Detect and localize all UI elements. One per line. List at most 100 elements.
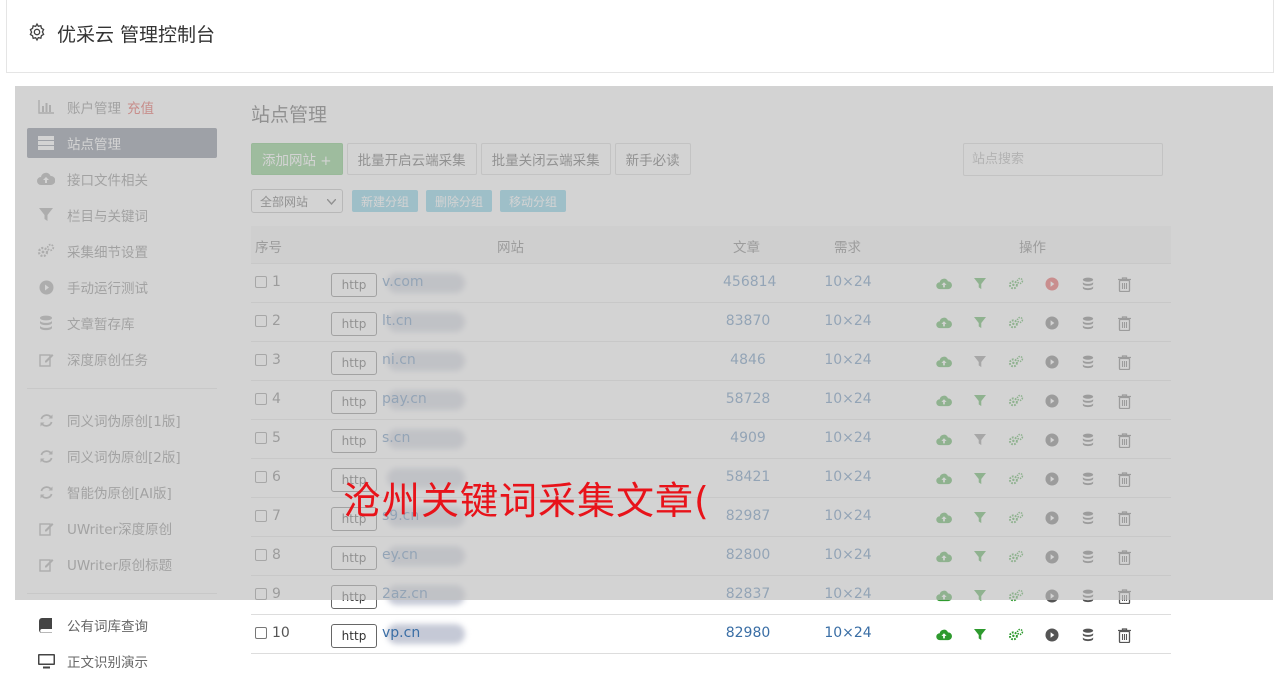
sidebar-item-interface-files[interactable]: 接口文件相关 [27, 164, 217, 194]
sidebar-item-public-lexicon[interactable]: 公有词库查询 [27, 610, 217, 640]
demand-link[interactable]: 10×24 [811, 586, 885, 602]
database-icon[interactable] [1079, 626, 1097, 644]
gears-icon[interactable] [1007, 314, 1025, 332]
gears-icon[interactable] [1007, 548, 1025, 566]
play-circle-icon[interactable] [1043, 431, 1061, 449]
row-checkbox[interactable] [255, 627, 267, 639]
cloud-upload-icon[interactable] [935, 626, 953, 644]
play-circle-icon[interactable] [1043, 275, 1061, 293]
gears-icon[interactable] [1007, 626, 1025, 644]
play-circle-icon[interactable] [1043, 548, 1061, 566]
play-circle-icon[interactable] [1043, 392, 1061, 410]
trash-icon[interactable] [1115, 353, 1133, 371]
site-url-link[interactable]: lt.cn [382, 313, 412, 329]
beginner-guide-button[interactable]: 新手必读 [614, 143, 691, 175]
article-count-link[interactable]: 456814 [723, 274, 776, 290]
cloud-upload-icon[interactable] [935, 392, 953, 410]
trash-icon[interactable] [1115, 275, 1133, 293]
sidebar-item-synonym-v2[interactable]: 同义词伪原创[2版] [27, 441, 217, 471]
demand-link[interactable]: 10×24 [811, 430, 885, 446]
group-select[interactable]: 全部网站 [251, 189, 343, 213]
demand-link[interactable]: 10×24 [811, 508, 885, 524]
cloud-upload-icon[interactable] [935, 353, 953, 371]
cloud-upload-icon[interactable] [935, 275, 953, 293]
site-url-link[interactable]: pay.cn [382, 391, 427, 407]
site-search-input[interactable] [963, 143, 1163, 176]
move-group-button[interactable]: 移动分组 [500, 190, 567, 212]
database-icon[interactable] [1079, 314, 1097, 332]
article-count-link[interactable]: 82980 [723, 625, 773, 641]
batch-open-cloud-button[interactable]: 批量开启云端采集 [346, 143, 477, 175]
recharge-link[interactable]: 充值 [127, 97, 154, 117]
http-protocol-badge[interactable]: http [331, 273, 377, 297]
article-count-link[interactable]: 58421 [723, 469, 773, 485]
row-checkbox[interactable] [255, 588, 267, 600]
trash-icon[interactable] [1115, 509, 1133, 527]
row-checkbox[interactable] [255, 276, 267, 288]
cloud-upload-icon[interactable] [935, 470, 953, 488]
http-protocol-badge[interactable]: http [331, 390, 377, 414]
cloud-upload-icon[interactable] [935, 548, 953, 566]
play-circle-icon[interactable] [1043, 587, 1061, 605]
trash-icon[interactable] [1115, 314, 1133, 332]
http-protocol-badge[interactable]: http [331, 585, 377, 609]
gears-icon[interactable] [1007, 587, 1025, 605]
play-circle-icon[interactable] [1043, 314, 1061, 332]
site-url-link[interactable]: 2az.cn [382, 586, 428, 602]
gears-icon[interactable] [1007, 275, 1025, 293]
sidebar-item-deep-original[interactable]: 深度原创任务 [27, 344, 217, 374]
delete-group-button[interactable]: 删除分组 [426, 190, 493, 212]
database-icon[interactable] [1079, 587, 1097, 605]
gears-icon[interactable] [1007, 353, 1025, 371]
cloud-upload-icon[interactable] [935, 431, 953, 449]
trash-icon[interactable] [1115, 392, 1133, 410]
http-protocol-badge[interactable]: http [331, 312, 377, 336]
article-count-link[interactable]: 82800 [723, 547, 773, 563]
sidebar-item-uwriter-title[interactable]: UWriter原创标题 [27, 549, 217, 579]
site-url-link[interactable]: v.com [382, 274, 424, 290]
gears-icon[interactable] [1007, 431, 1025, 449]
trash-icon[interactable] [1115, 626, 1133, 644]
sidebar-item-account[interactable]: 账户管理 充值 [27, 92, 217, 122]
database-icon[interactable] [1079, 392, 1097, 410]
filter-icon[interactable] [971, 470, 989, 488]
database-icon[interactable] [1079, 431, 1097, 449]
site-url-link[interactable]: ni.cn [382, 352, 416, 368]
filter-icon[interactable] [971, 509, 989, 527]
sidebar-item-text-recognition[interactable]: 正文识别演示 [27, 646, 217, 676]
cloud-upload-icon[interactable] [935, 587, 953, 605]
demand-link[interactable]: 10×24 [811, 391, 885, 407]
site-url-link[interactable]: s.cn [382, 430, 410, 446]
filter-icon[interactable] [971, 353, 989, 371]
sidebar-item-article-store[interactable]: 文章暂存库 [27, 308, 217, 338]
play-circle-icon[interactable] [1043, 509, 1061, 527]
http-protocol-badge[interactable]: http [331, 624, 377, 648]
trash-icon[interactable] [1115, 431, 1133, 449]
row-checkbox[interactable] [255, 393, 267, 405]
http-protocol-badge[interactable]: http [331, 351, 377, 375]
demand-link[interactable]: 10×24 [811, 625, 885, 641]
database-icon[interactable] [1079, 470, 1097, 488]
article-count-link[interactable]: 83870 [723, 313, 773, 329]
row-checkbox[interactable] [255, 315, 267, 327]
demand-link[interactable]: 10×24 [811, 352, 885, 368]
play-circle-icon[interactable] [1043, 470, 1061, 488]
demand-link[interactable]: 10×24 [811, 313, 885, 329]
database-icon[interactable] [1079, 548, 1097, 566]
database-icon[interactable] [1079, 509, 1097, 527]
gears-icon[interactable] [1007, 470, 1025, 488]
site-url-link[interactable]: ey.cn [382, 547, 418, 563]
filter-icon[interactable] [971, 314, 989, 332]
database-icon[interactable] [1079, 275, 1097, 293]
sidebar-item-sites[interactable]: 站点管理 [27, 128, 217, 158]
play-circle-icon[interactable] [1043, 353, 1061, 371]
sidebar-item-ai-original[interactable]: 智能伪原创[AI版] [27, 477, 217, 507]
sidebar-item-uwriter-deep[interactable]: UWriter深度原创 [27, 513, 217, 543]
gears-icon[interactable] [1007, 509, 1025, 527]
new-group-button[interactable]: 新建分组 [352, 190, 419, 212]
trash-icon[interactable] [1115, 548, 1133, 566]
play-circle-icon[interactable] [1043, 626, 1061, 644]
database-icon[interactable] [1079, 353, 1097, 371]
sidebar-item-manual-run[interactable]: 手动运行测试 [27, 272, 217, 302]
article-count-link[interactable]: 4909 [723, 430, 773, 446]
